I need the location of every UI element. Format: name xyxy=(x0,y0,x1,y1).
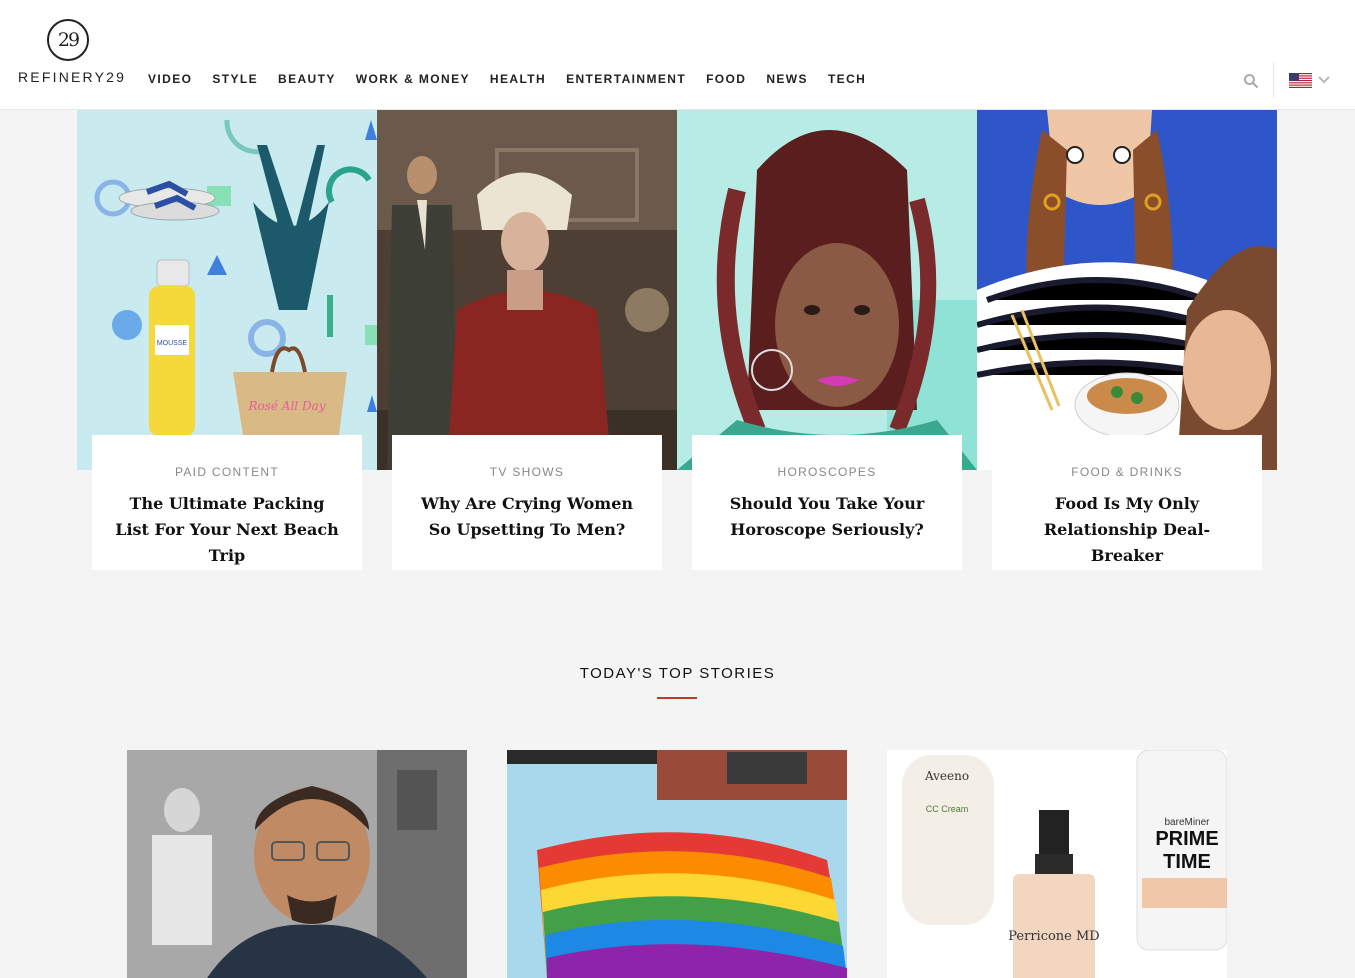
main-nav: VIDEO STYLE BEAUTY WORK & MONEY HEALTH E… xyxy=(148,72,886,86)
svg-text:MOUSSE: MOUSSE xyxy=(157,340,188,347)
feature-title[interactable]: Why Are Crying Women So Upsetting To Men… xyxy=(412,491,642,543)
feature-image-food[interactable] xyxy=(977,110,1277,470)
svg-text:bareMiner: bareMiner xyxy=(1164,817,1210,828)
feature-kicker[interactable]: PAID CONTENT xyxy=(92,465,362,479)
section-accent-rule xyxy=(657,697,697,699)
header-divider xyxy=(1273,62,1274,98)
feature-image-tv[interactable] xyxy=(377,110,677,470)
feature-image-beach[interactable]: MOUSSE Rosé All Day xyxy=(77,110,377,470)
chevron-down-icon[interactable] xyxy=(1317,74,1331,86)
search-icon[interactable] xyxy=(1243,73,1259,89)
site-header: 29 REFINERY29 VIDEO STYLE BEAUTY WORK & … xyxy=(0,0,1355,110)
svg-text:Rosé All Day: Rosé All Day xyxy=(247,399,325,413)
svg-text:CC Cream: CC Cream xyxy=(926,804,969,814)
svg-text:Aveeno: Aveeno xyxy=(924,769,969,783)
nav-item-style[interactable]: STYLE xyxy=(212,72,258,86)
top-stories-heading: TODAY'S TOP STORIES xyxy=(579,665,776,682)
svg-text:Perricone MD: Perricone MD xyxy=(1008,929,1099,944)
logo-mark: 29 xyxy=(47,19,89,61)
nav-item-work-money[interactable]: WORK & MONEY xyxy=(356,72,470,86)
nav-item-food[interactable]: FOOD xyxy=(706,72,746,86)
nav-item-video[interactable]: VIDEO xyxy=(148,72,192,86)
featured-stories: MOUSSE Rosé All Day PAID CONTENT The Ult… xyxy=(77,110,1277,570)
feature-kicker[interactable]: HOROSCOPES xyxy=(692,465,962,479)
svg-text:TIME: TIME xyxy=(1163,851,1211,873)
nav-item-news[interactable]: NEWS xyxy=(766,72,808,86)
feature-card-text: TV SHOWS Why Are Crying Women So Upsetti… xyxy=(392,435,662,570)
nav-item-tech[interactable]: TECH xyxy=(828,72,866,86)
svg-text:PRIME: PRIME xyxy=(1155,828,1218,850)
feature-card[interactable]: TV SHOWS Why Are Crying Women So Upsetti… xyxy=(377,110,677,570)
site-logo[interactable]: 29 REFINERY29 xyxy=(18,19,127,87)
top-story-image-flag[interactable] xyxy=(507,750,847,978)
us-flag-icon[interactable] xyxy=(1289,73,1312,88)
nav-item-entertainment[interactable]: ENTERTAINMENT xyxy=(566,72,686,86)
feature-title[interactable]: Should You Take Your Horoscope Seriously… xyxy=(712,491,942,543)
feature-card[interactable]: MOUSSE Rosé All Day PAID CONTENT The Ult… xyxy=(77,110,377,570)
nav-item-health[interactable]: HEALTH xyxy=(490,72,546,86)
feature-title[interactable]: The Ultimate Packing List For Your Next … xyxy=(112,491,342,569)
feature-card-text: PAID CONTENT The Ultimate Packing List F… xyxy=(92,435,362,570)
nav-item-beauty[interactable]: BEAUTY xyxy=(278,72,336,86)
top-story-image-portrait[interactable] xyxy=(127,750,467,978)
feature-card-text: FOOD & DRINKS Food Is My Only Relationsh… xyxy=(992,435,1262,570)
feature-kicker[interactable]: TV SHOWS xyxy=(392,465,662,479)
feature-card[interactable]: HOROSCOPES Should You Take Your Horoscop… xyxy=(677,110,977,570)
feature-card-text: HOROSCOPES Should You Take Your Horoscop… xyxy=(692,435,962,570)
feature-image-horoscope[interactable] xyxy=(677,110,977,470)
logo-wordmark: REFINERY29 xyxy=(18,69,127,85)
feature-card[interactable]: FOOD & DRINKS Food Is My Only Relationsh… xyxy=(977,110,1277,570)
top-story-image-beauty[interactable]: Aveeno CC Cream Perricone MD bareMiner P… xyxy=(887,750,1227,978)
feature-kicker[interactable]: FOOD & DRINKS xyxy=(992,465,1262,479)
feature-title[interactable]: Food Is My Only Relationship Deal-Breake… xyxy=(1012,491,1242,569)
